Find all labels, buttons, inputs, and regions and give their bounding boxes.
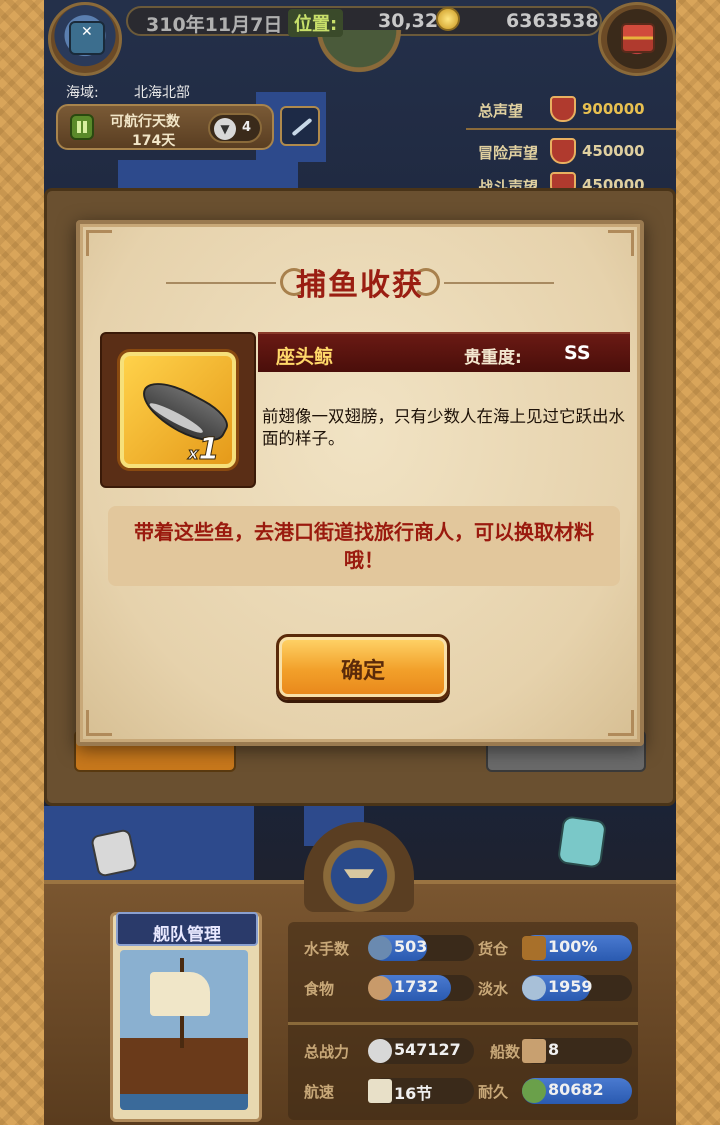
fleet-management-button[interactable]: 舰队管理 [116,912,258,946]
food-value: 1732 [394,977,439,996]
divider [288,1022,638,1025]
food-label: 食物 [304,980,335,998]
coin-icon [436,7,460,31]
hint-box: 带着这些鱼，去港口街道找旅行商人，可以换取材料哦！ [108,506,620,586]
item-name: 座头鲸 [276,346,334,368]
mascot-right-icon [556,815,608,869]
confirm-label: 确定 [340,659,385,684]
divider [466,128,676,130]
humpback-whale-icon: x1 [120,352,236,468]
item-name-bar: 座头鲸 贵重度: SS [258,332,630,372]
adventure-fame-label: 冒险声望 [478,144,539,162]
repair-icon [522,1079,546,1103]
cargo-value: 100% [548,937,598,956]
sailing-days-panel: 可航行天数 174天 ▼ 4 [56,104,274,150]
skull-icon [368,1039,392,1063]
sail-icon [368,1079,392,1103]
map-tile [118,160,298,190]
pause-icon[interactable] [70,114,94,140]
hint-text: 带着这些鱼，去港口街道找旅行商人，可以换取材料哦！ [134,520,594,572]
pirate-avatar-icon[interactable] [48,2,122,76]
power-label: 总战力 [304,1043,350,1061]
item-slot[interactable]: x1 [100,332,256,488]
confirm-button[interactable]: 确定 [276,634,450,700]
meat-icon [368,976,392,1000]
sea-area-value: 北海北部 [134,85,190,101]
total-fame-label: 总声望 [478,102,524,120]
total-fame-value: 900000 [582,100,645,118]
cargo-icon [522,936,546,960]
position-label: 位置: [288,9,344,37]
mascot-left-icon [90,828,138,878]
sea-area-label: 海域: [66,85,99,101]
fame-icon [550,96,576,122]
game-date: 310年11月7日 [146,14,283,36]
position-value: 30,32 [378,10,439,32]
fishing-result-dialog: 捕鱼收获 x1 座头鲸 贵重度: SS 前翅像一双翅膀，只有少数人在海上见过它跃… [76,220,644,746]
durability-value: 80682 [548,1080,604,1099]
cargo-label: 货仓 [478,940,509,958]
speed-label: 航速 [304,1083,335,1101]
speed-count: 4 [242,120,252,135]
power-value: 547127 [394,1040,461,1059]
water-label: 淡水 [478,980,509,998]
chevron-down-icon: ▼ [214,118,236,140]
durability-label: 耐久 [478,1083,509,1101]
speed-dropdown[interactable]: ▼ 4 [208,113,262,143]
water-value: 1959 [548,977,593,996]
ship-icon[interactable] [120,950,248,1110]
map-tile [44,806,254,880]
fleet-title: 舰队管理 [153,925,221,945]
feather-icon[interactable] [280,106,320,146]
dialog-title: 捕鱼收获 [296,268,424,303]
ships-label: 船数 [490,1043,521,1061]
sailor-icon [368,936,392,960]
boat-icon [522,1039,546,1063]
ships-value: 8 [548,1040,560,1059]
sailing-days-label: 可航行天数 [110,114,180,130]
sailing-days-value: 174天 [132,133,176,149]
adventure-fame-value: 450000 [582,142,645,160]
item-description: 前翅像一双翅膀，只有少数人在海上见过它跃出水面的样子。 [262,407,625,448]
gold-value: 6363538 [506,10,599,32]
adventure-fame-icon [550,138,576,164]
item-quantity: x1 [187,432,220,468]
water-barrel-icon [522,976,546,1000]
rarity-value: SS [564,342,591,364]
treasure-chest-icon[interactable] [598,2,676,76]
rarity-label: 贵重度: [464,348,522,368]
sailors-label: 水手数 [304,940,350,958]
speed-value: 16节 [394,1084,433,1103]
sailors-value: 503 [394,937,428,956]
